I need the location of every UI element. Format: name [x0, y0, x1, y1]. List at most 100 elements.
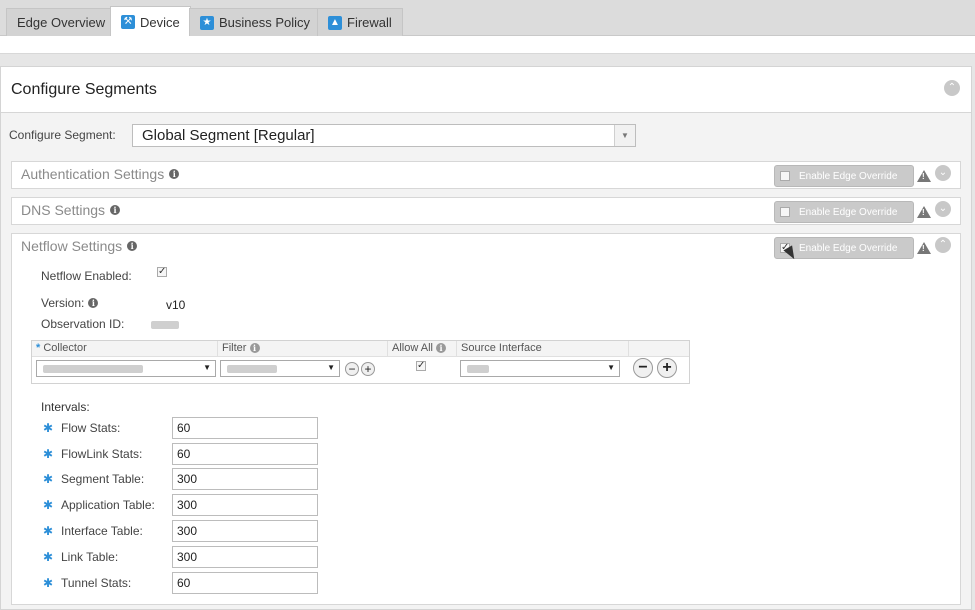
expand-icon[interactable]: ⌄ [935, 165, 951, 181]
segment-select[interactable]: Global Segment [Regular] ▼ [132, 124, 636, 147]
section-title[interactable]: Authentication Settings i [21, 166, 180, 182]
interval-row-segment-table: ✱ Segment Table: 300 [41, 468, 321, 490]
info-icon[interactable]: i [110, 205, 121, 215]
override-checkbox[interactable] [780, 207, 790, 217]
collapse-icon[interactable]: ⌃ [935, 237, 951, 253]
section-title-text: Netflow Settings [21, 238, 123, 254]
observation-id-value [151, 321, 179, 329]
tab-label: Device [140, 14, 180, 30]
required-icon: * [36, 342, 41, 354]
authentication-settings-section: Authentication Settings i Enable Edge Ov… [11, 161, 961, 189]
override-checkbox[interactable] [780, 171, 790, 181]
filter-header-text: Filter [222, 342, 247, 354]
collector-header: * Collector [32, 341, 218, 357]
info-icon[interactable]: i [127, 241, 138, 251]
filter-value [227, 365, 277, 373]
collector-value [43, 365, 143, 373]
panel-header: Configure Segments ⌃ [1, 67, 971, 113]
interval-label: Application Table: [61, 498, 155, 512]
source-interface-header-text: Source Interface [461, 342, 542, 354]
chevron-down-icon: ▼ [327, 363, 335, 372]
interface-table-input[interactable]: 300 [172, 520, 318, 542]
collector-header-text: Collector [43, 342, 87, 354]
required-icon: ✱ [43, 498, 54, 512]
chevron-down-icon[interactable]: ▼ [614, 125, 635, 146]
section-title[interactable]: DNS Settings i [21, 202, 121, 218]
section-title[interactable]: Netflow Settings i [21, 238, 138, 254]
required-icon: ✱ [43, 447, 54, 461]
allow-all-header: Allow All i [388, 341, 457, 357]
filter-select[interactable]: ▼ [220, 360, 340, 377]
info-icon[interactable]: i [169, 169, 180, 179]
collector-select[interactable]: ▼ [36, 360, 216, 377]
source-interface-header: Source Interface [457, 341, 629, 357]
interval-row-interface-table: ✱ Interface Table: 300 [41, 520, 321, 542]
chevron-down-icon: ▼ [203, 363, 211, 372]
section-title-text: Authentication Settings [21, 166, 165, 182]
info-icon[interactable]: i [88, 298, 99, 308]
actions-header [629, 341, 689, 357]
interval-label: FlowLink Stats: [61, 447, 143, 461]
tab-firewall[interactable]: ▲ Firewall [317, 8, 403, 36]
wrench-icon: ⚒ [121, 15, 135, 29]
override-label: Enable Edge Override [799, 206, 898, 218]
interval-row-application-table: ✱ Application Table: 300 [41, 494, 321, 516]
badge-icon: ★ [200, 15, 214, 30]
required-icon: ✱ [43, 576, 54, 590]
add-collector-icon[interactable]: + [657, 358, 677, 378]
flowlink-stats-input[interactable]: 60 [172, 443, 318, 465]
flow-stats-input[interactable]: 60 [172, 417, 318, 439]
tab-label: Firewall [347, 15, 392, 30]
tab-edge-overview[interactable]: Edge Overview [6, 8, 117, 36]
collapse-icon[interactable]: ⌃ [944, 80, 960, 96]
warning-icon: ! [917, 206, 931, 218]
warning-icon: ! [917, 242, 931, 254]
info-icon[interactable]: i [436, 343, 447, 353]
dns-settings-section: DNS Settings i Enable Edge Override ! ⌄ [11, 197, 961, 225]
interval-label: Link Table: [61, 550, 119, 564]
allow-all-checkbox[interactable]: ✓ [416, 361, 426, 371]
info-icon[interactable]: i [249, 343, 260, 353]
required-icon: ✱ [43, 550, 54, 564]
tab-bar: Edge Overview ⚒ Device ★ Business Policy… [0, 0, 975, 37]
flame-icon: ▲ [328, 15, 342, 30]
netflow-enabled-checkbox[interactable]: ✓ [157, 267, 167, 277]
version-label: Version: [41, 296, 85, 310]
required-icon: ✱ [43, 524, 54, 538]
segment-table-input[interactable]: 300 [172, 468, 318, 490]
configure-segments-panel: Configure Segments ⌃ Configure Segment: … [0, 66, 972, 610]
tunnel-stats-input[interactable]: 60 [172, 572, 318, 594]
warning-icon: ! [917, 170, 931, 182]
interval-row-flowlink-stats: ✱ FlowLink Stats: 60 [41, 443, 321, 465]
add-filter-icon[interactable]: + [361, 362, 375, 376]
application-table-input[interactable]: 300 [172, 494, 318, 516]
interval-row-flow-stats: ✱ Flow Stats: 60 [41, 417, 321, 439]
tab-business-policy[interactable]: ★ Business Policy [189, 8, 322, 36]
section-title-text: DNS Settings [21, 202, 106, 218]
source-interface-value [467, 365, 489, 373]
netflow-enabled-label: Netflow Enabled: [41, 269, 132, 283]
interval-row-link-table: ✱ Link Table: 300 [41, 546, 321, 568]
top-strip [0, 36, 975, 54]
chevron-down-icon: ▼ [607, 363, 615, 372]
remove-collector-icon[interactable]: − [633, 358, 653, 378]
interval-label: Segment Table: [61, 472, 145, 486]
link-table-input[interactable]: 300 [172, 546, 318, 568]
override-label: Enable Edge Override [799, 242, 898, 254]
enable-edge-override-button[interactable]: Enable Edge Override [774, 165, 914, 187]
filter-header: Filter i [218, 341, 388, 357]
allow-all-header-text: Allow All [392, 342, 433, 354]
expand-icon[interactable]: ⌄ [935, 201, 951, 217]
interval-label: Tunnel Stats: [61, 576, 132, 590]
source-interface-select[interactable]: ▼ [460, 360, 620, 377]
interval-label: Interface Table: [61, 524, 143, 538]
interval-label: Flow Stats: [61, 421, 121, 435]
required-icon: ✱ [43, 472, 54, 486]
tab-device[interactable]: ⚒ Device [110, 6, 191, 37]
enable-edge-override-button[interactable]: Enable Edge Override [774, 201, 914, 223]
interval-row-tunnel-stats: ✱ Tunnel Stats: 60 [41, 572, 321, 594]
required-icon: ✱ [43, 421, 54, 435]
panel-title: Configure Segments [11, 81, 157, 98]
remove-filter-icon[interactable]: − [345, 362, 359, 376]
segment-select-value: Global Segment [Regular] [142, 127, 315, 144]
